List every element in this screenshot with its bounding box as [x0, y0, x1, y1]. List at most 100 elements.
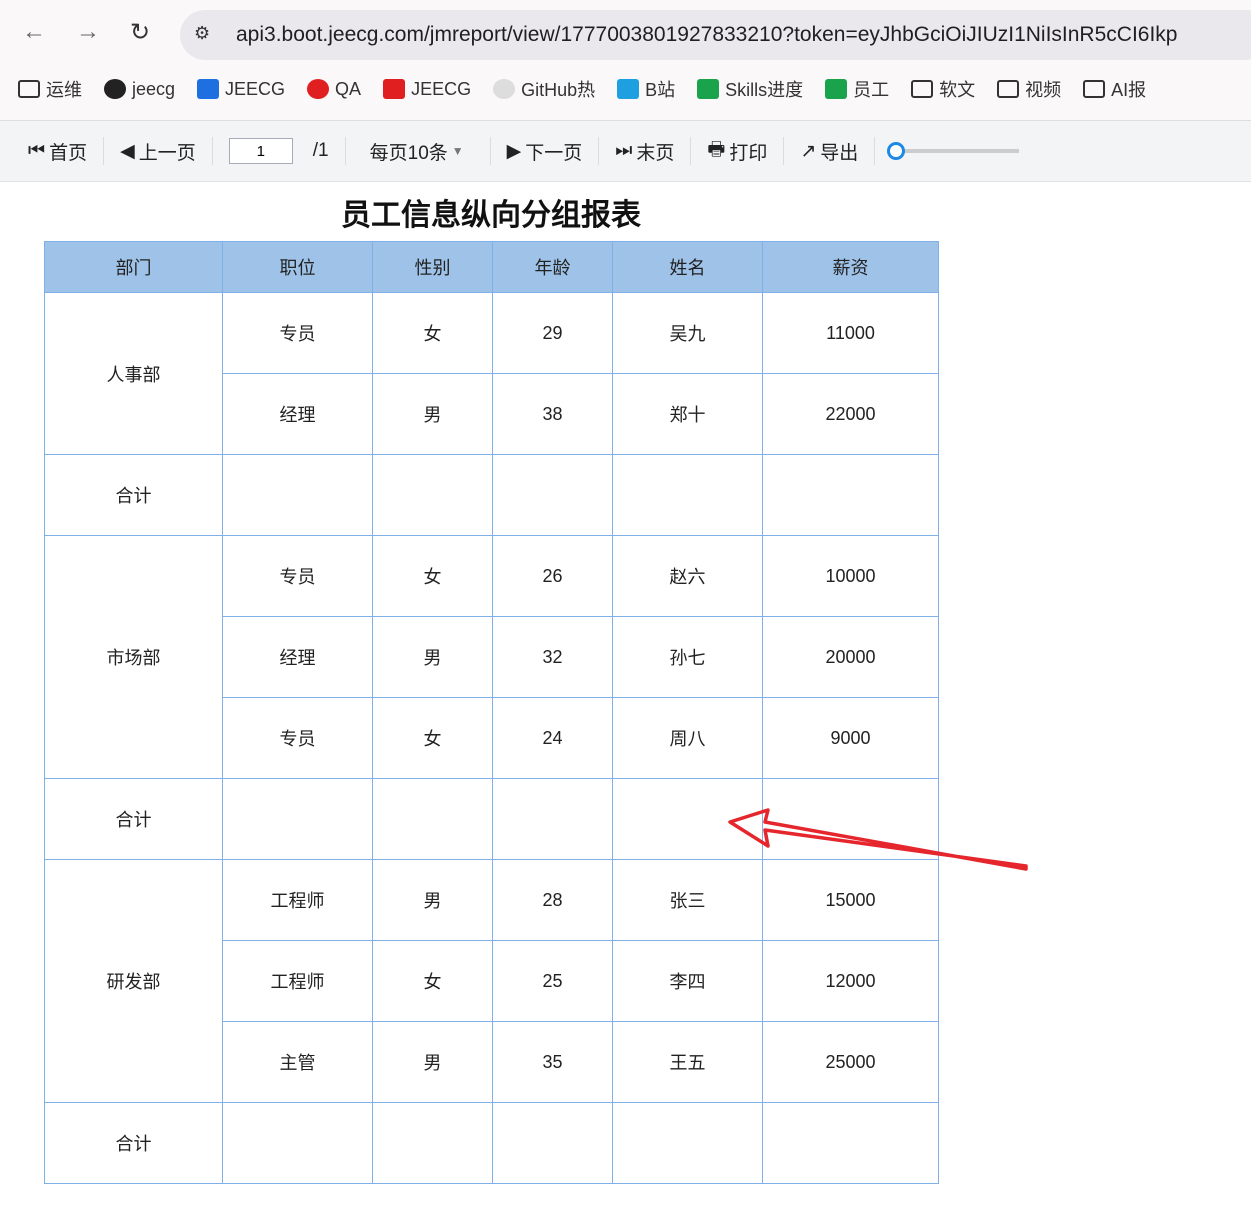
table-cell: 12000 — [762, 940, 939, 1022]
table-cell: 吴九 — [612, 292, 763, 374]
folder-icon — [997, 80, 1020, 98]
export-icon: ↗ — [800, 140, 817, 162]
table-cell — [492, 1102, 613, 1184]
table-row: 研发部 工程师男 28 张三 15000 — [44, 859, 939, 1103]
bookmark-item[interactable]: jeecg — [104, 76, 175, 102]
last-page-icon: ⏭ — [615, 140, 633, 161]
last-label: 末页 — [636, 142, 675, 164]
dept-cell: 人事部 — [44, 292, 223, 455]
bookmarks-bar: 运维 jeecg JEECG QA JEECG GitHub热 B站 Skills进度 员工 软文… — [18, 76, 1146, 102]
bookmark-item[interactable]: 员工 — [825, 76, 889, 102]
report-title: 员工信息纵向分组报表 — [341, 199, 641, 232]
table-cell: 经理 — [222, 616, 373, 698]
table-cell — [222, 1102, 373, 1184]
bookmark-label: 运维 — [46, 80, 82, 100]
folder-icon — [1083, 80, 1106, 98]
caret-down-icon: ▼ — [451, 144, 464, 158]
bookmark-item[interactable]: B站 — [617, 76, 675, 102]
prev-label: 上一页 — [138, 142, 196, 164]
table-cell — [222, 778, 373, 860]
page-size-select[interactable]: 每页10条 ▼ — [344, 137, 491, 165]
table-cell: 25 — [492, 940, 613, 1022]
next-page-button[interactable]: ▶ 下一页 — [491, 137, 600, 165]
table-cell: 男 — [372, 373, 493, 455]
browser-chrome: ← → ↻ ⚙ api3.boot.jeecg.com/jmreport/vie… — [0, 0, 1251, 120]
bookmark-item[interactable]: JEECG — [383, 76, 471, 102]
prev-page-button[interactable]: ◀ 上一页 — [104, 137, 213, 165]
table-cell: 38 — [492, 373, 613, 455]
table-cell: 24 — [492, 697, 613, 779]
column-header: 年龄 — [492, 241, 613, 293]
zoom-slider[interactable] — [887, 142, 1020, 160]
next-label: 下一页 — [525, 142, 583, 164]
first-label: 首页 — [49, 142, 88, 164]
table-cell: 15000 — [762, 859, 939, 941]
bookmark-label: JEECG — [225, 78, 286, 99]
table-cell: 工程师 — [222, 940, 373, 1022]
page-size-label: 每页10条 — [369, 142, 448, 164]
table-cell: 专员 — [222, 697, 373, 779]
table-cell — [612, 1102, 763, 1184]
reload-icon[interactable]: ↻ — [130, 18, 150, 47]
page-input[interactable] — [228, 138, 293, 164]
printer-icon: 🖶 — [707, 139, 726, 160]
back-icon[interactable]: ← — [22, 18, 46, 46]
table-cell — [612, 454, 763, 536]
table-cell — [762, 778, 939, 860]
table-cell — [492, 454, 613, 536]
bookmark-item[interactable]: GitHub热 — [493, 76, 595, 102]
subtotal-row: 合计 — [44, 1102, 939, 1184]
table-cell — [372, 1102, 493, 1184]
table-cell: 女 — [372, 292, 493, 374]
subtotal-label: 合计 — [44, 1102, 223, 1184]
table-cell: 35 — [492, 1021, 613, 1103]
table-cell: 9000 — [762, 697, 939, 779]
report-toolbar: ⏮首页 ◀上一页 /1 每页10条▼ ▶下一页 ⏭末页 🖶打印 ↗导出 — [0, 120, 1251, 182]
export-button[interactable]: ↗ 导出 — [784, 137, 876, 165]
table-cell — [372, 778, 493, 860]
jeecg-icon — [383, 79, 406, 99]
table-cell: 10000 — [762, 535, 939, 617]
bookmark-item[interactable]: Skills进度 — [697, 76, 803, 102]
table-cell: 专员 — [222, 292, 373, 374]
table-cell: 11000 — [762, 292, 939, 374]
sheet-icon — [825, 79, 848, 99]
bookmark-label: 软文 — [939, 80, 976, 100]
page-total: /1 — [312, 140, 329, 161]
table-cell: 孙七 — [612, 616, 763, 698]
bookmark-item[interactable]: QA — [307, 76, 361, 102]
dept-cell: 研发部 — [44, 859, 223, 1103]
address-bar[interactable]: ⚙ api3.boot.jeecg.com/jmreport/view/1777… — [180, 10, 1251, 60]
first-page-button[interactable]: ⏮ 首页 — [28, 137, 105, 165]
table-cell: 女 — [372, 535, 493, 617]
forward-icon[interactable]: → — [76, 18, 100, 46]
column-header: 性别 — [372, 241, 493, 293]
table-cell: 女 — [372, 697, 493, 779]
export-label: 导出 — [820, 142, 859, 164]
print-button[interactable]: 🖶 打印 — [691, 137, 785, 165]
table-cell: 女 — [372, 940, 493, 1022]
site-settings-icon[interactable]: ⚙ — [194, 23, 210, 44]
table-cell: 26 — [492, 535, 613, 617]
zoom-slider-handle[interactable] — [887, 142, 906, 160]
url-text: api3.boot.jeecg.com/jmreport/view/177700… — [236, 23, 1178, 46]
bookmark-label: AI报 — [1111, 80, 1147, 100]
table-row: 人事部 专员女 29 吴九 11000 — [44, 292, 939, 455]
table-cell: 主管 — [222, 1021, 373, 1103]
bookmark-item[interactable]: JEECG — [197, 76, 285, 102]
prev-icon: ◀ — [120, 140, 135, 162]
table-cell: 李四 — [612, 940, 763, 1022]
bookmark-item[interactable]: AI报 — [1083, 76, 1146, 102]
table-cell: 28 — [492, 859, 613, 941]
table-cell: 郑十 — [612, 373, 763, 455]
last-page-button[interactable]: ⏭ 末页 — [599, 137, 692, 165]
github-icon — [104, 79, 126, 99]
bookmark-item[interactable]: 视频 — [997, 76, 1061, 102]
folder-icon — [18, 80, 40, 98]
bookmark-item[interactable]: 软文 — [911, 76, 975, 102]
subtotal-label: 合计 — [44, 454, 223, 536]
github-icon — [493, 79, 516, 99]
bookmark-item[interactable]: 运维 — [18, 76, 82, 102]
table-cell — [492, 778, 613, 860]
table-cell: 周八 — [612, 697, 763, 779]
